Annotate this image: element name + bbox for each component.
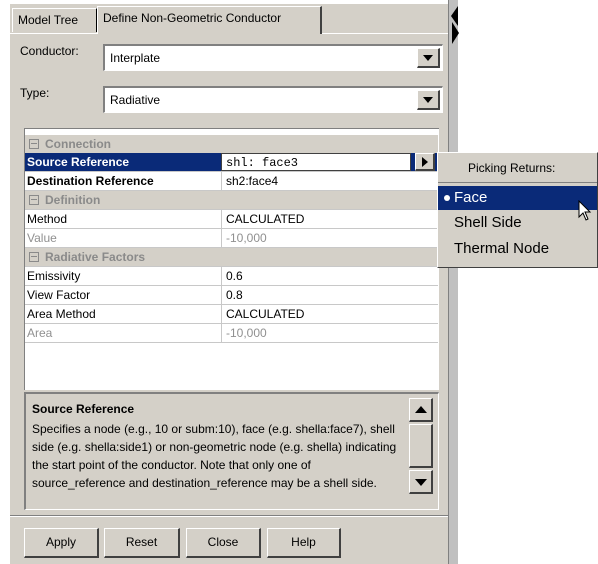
- row-value[interactable]: CALCULATED: [221, 210, 438, 228]
- divider: [10, 516, 448, 517]
- row-name: Source Reference: [27, 155, 130, 169]
- expand-right-icon[interactable]: [452, 22, 459, 44]
- table-row-emissivity[interactable]: Emissivity 0.6: [25, 267, 438, 286]
- menu-item-label: Shell Side: [454, 214, 522, 231]
- menu-item-face[interactable]: Face: [438, 186, 597, 210]
- table-row-area: Area -10,000: [25, 324, 438, 343]
- chevron-down-icon: [423, 55, 433, 61]
- row-value[interactable]: CALCULATED: [221, 305, 438, 323]
- section-definition[interactable]: Definition: [25, 191, 438, 210]
- conductor-select[interactable]: Interplate: [103, 44, 443, 71]
- row-value: -10,000: [221, 229, 438, 247]
- row-value[interactable]: sh2:face4: [221, 172, 438, 190]
- description-scrollbar[interactable]: [409, 398, 433, 506]
- chevron-right-icon: [422, 157, 428, 167]
- row-value: -10,000: [221, 324, 438, 342]
- apply-button[interactable]: Apply: [24, 528, 99, 558]
- description-title: Source Reference: [32, 402, 135, 416]
- table-row-source-reference[interactable]: Source Reference shl: face3: [25, 153, 438, 172]
- row-name: Value: [27, 231, 57, 245]
- row-name: Method: [27, 212, 68, 226]
- table-row-destination-reference[interactable]: Destination Reference sh2:face4: [25, 172, 438, 191]
- source-reference-input[interactable]: shl: face3: [221, 153, 411, 171]
- type-value: Radiative: [110, 93, 161, 107]
- table-row-area-method[interactable]: Area Method CALCULATED: [25, 305, 438, 324]
- row-name: Destination Reference: [27, 174, 154, 188]
- type-label: Type:: [20, 86, 50, 100]
- radio-bullet-icon: [444, 195, 450, 201]
- tab-define-non-geometric-conductor[interactable]: Define Non-Geometric Conductor: [97, 6, 322, 34]
- table-row-method[interactable]: Method CALCULATED: [25, 210, 438, 229]
- menu-item-shell-side[interactable]: Shell Side: [438, 211, 597, 235]
- arrow-down-icon: [415, 479, 427, 486]
- section-connection[interactable]: Connection: [25, 135, 438, 154]
- tab-model-tree[interactable]: Model Tree: [12, 8, 97, 32]
- table-row-view-factor[interactable]: View Factor 0.8: [25, 286, 438, 305]
- conductor-label: Conductor:: [20, 44, 79, 58]
- row-value[interactable]: 0.8: [221, 286, 438, 304]
- collapse-icon[interactable]: [29, 138, 39, 149]
- row-name: Area Method: [27, 307, 96, 321]
- scroll-up-button[interactable]: [409, 398, 433, 422]
- scroll-down-button[interactable]: [409, 470, 433, 494]
- collapse-icon[interactable]: [29, 194, 39, 205]
- panel-splitter[interactable]: [448, 0, 458, 564]
- table-row-value: Value -10,000: [25, 229, 438, 248]
- section-label: Definition: [45, 193, 101, 207]
- type-select[interactable]: Radiative: [103, 86, 443, 113]
- section-label: Radiative Factors: [45, 250, 146, 264]
- help-button[interactable]: Help: [267, 528, 341, 558]
- row-name: Emissivity: [27, 269, 81, 283]
- row-name: View Factor: [27, 288, 91, 302]
- menu-item-label: Thermal Node: [454, 240, 550, 257]
- menu-item-label: Face: [454, 189, 488, 206]
- mouse-cursor-icon: [578, 200, 592, 221]
- arrow-up-icon: [415, 406, 427, 413]
- menu-divider: [438, 182, 597, 183]
- menu-item-thermal-node[interactable]: Thermal Node: [438, 237, 597, 261]
- chevron-down-icon: [423, 97, 433, 103]
- scroll-thumb[interactable]: [409, 424, 433, 468]
- section-radiative-factors[interactable]: Radiative Factors: [25, 248, 438, 267]
- close-button[interactable]: Close: [186, 528, 261, 558]
- description-text: Specifies a node (e.g., 10 or subm:10), …: [32, 422, 397, 490]
- row-value[interactable]: 0.6: [221, 267, 438, 285]
- type-dropdown-button[interactable]: [417, 90, 440, 110]
- row-name: Area: [27, 326, 53, 340]
- picking-returns-menu: Picking Returns: Face Shell Side Thermal…: [437, 152, 598, 268]
- description-box: Source Reference Specifies a node (e.g.,…: [24, 392, 439, 510]
- conductor-dropdown-button[interactable]: [417, 48, 440, 68]
- section-label: Connection: [45, 137, 111, 151]
- menu-title: Picking Returns:: [468, 161, 556, 175]
- collapse-icon[interactable]: [29, 251, 39, 262]
- source-reference-picker-button[interactable]: [415, 153, 435, 171]
- property-table: Connection Source Reference shl: face3 D…: [24, 128, 439, 390]
- conductor-value: Interplate: [110, 51, 161, 65]
- reset-button[interactable]: Reset: [104, 528, 180, 558]
